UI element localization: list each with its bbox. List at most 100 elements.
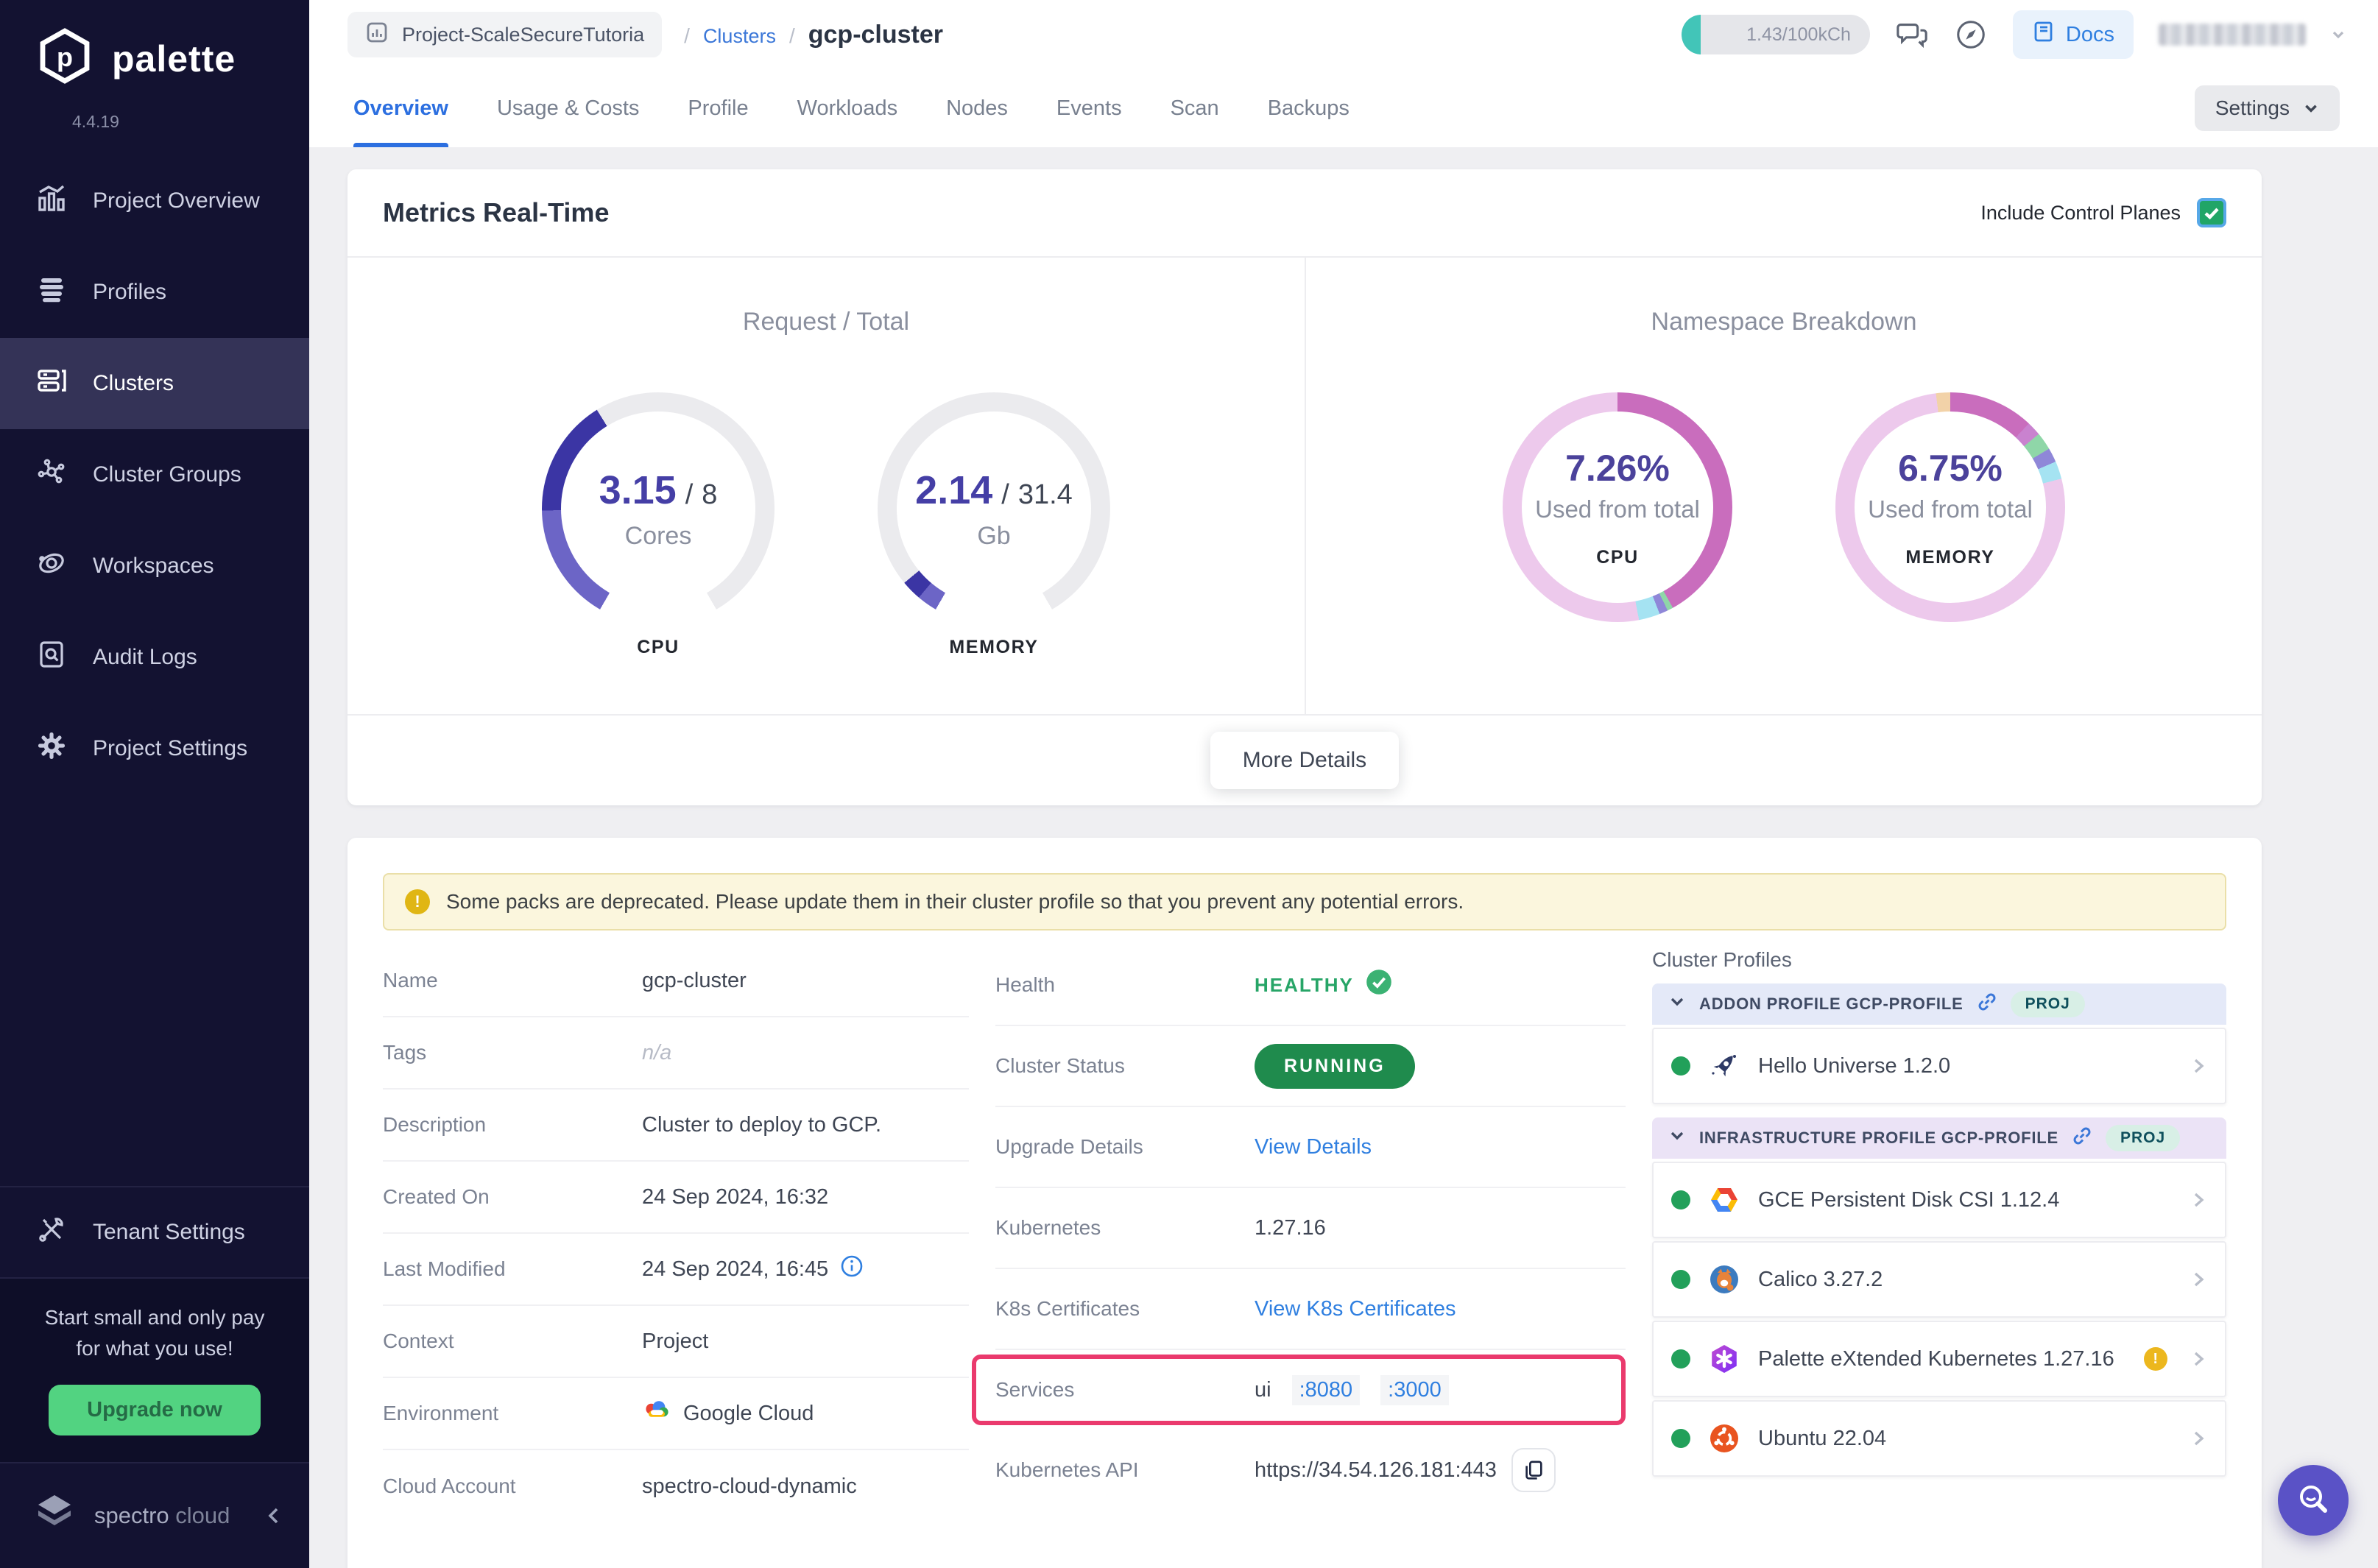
sidebar-item-profiles[interactable]: Profiles <box>0 247 309 338</box>
sidebar-item-audit-logs[interactable]: Audit Logs <box>0 612 309 703</box>
link-icon[interactable] <box>1977 992 1997 1017</box>
cpu-donut-ring: 7.26% Used from total CPU <box>1503 392 1732 622</box>
memory-used-percent: 6.75% <box>1898 447 2003 490</box>
sidebar-item-cluster-groups[interactable]: Cluster Groups <box>0 429 309 520</box>
tags-value: n/a <box>642 1041 671 1065</box>
request-total-title: Request / Total <box>347 308 1305 336</box>
cpu-unit: Cores <box>625 522 692 551</box>
sidebar-item-label: Clusters <box>93 371 174 396</box>
breadcrumb-clusters-link[interactable]: Clusters <box>703 25 776 48</box>
info-icon[interactable] <box>840 1254 864 1284</box>
tab-overview[interactable]: Overview <box>353 69 448 147</box>
settings-button[interactable]: Settings <box>2195 85 2340 131</box>
pack-row-ubuntu[interactable]: Ubuntu 22.04 <box>1652 1400 2226 1477</box>
pack-status-dot <box>1671 1056 1690 1076</box>
svg-text:p: p <box>57 42 73 72</box>
detail-row-k8s-certificates: K8s Certificates View K8s Certificates <box>995 1269 1626 1350</box>
cpu-namespace-donut: 7.26% Used from total CPU <box>1503 392 1732 622</box>
view-k8s-certificates-link[interactable]: View K8s Certificates <box>1255 1297 1456 1321</box>
warning-icon: ! <box>405 889 430 914</box>
detail-row-environment: Environment Google Cloud <box>383 1378 969 1450</box>
brand: p palette 4.4.19 <box>0 0 309 132</box>
sidebar-item-label: Tenant Settings <box>93 1220 245 1245</box>
sidebar-item-label: Workspaces <box>93 554 214 579</box>
addon-profile-header[interactable]: ADDON PROFILE GCP-PROFILE PROJ <box>1652 983 2226 1025</box>
sidebar-item-project-overview[interactable]: Project Overview <box>0 155 309 247</box>
tab-nodes[interactable]: Nodes <box>946 69 1008 147</box>
view-details-link[interactable]: View Details <box>1255 1135 1372 1159</box>
copy-api-url-button[interactable] <box>1511 1448 1556 1492</box>
proj-scope-badge: PROJ <box>2106 1125 2180 1151</box>
tab-profile[interactable]: Profile <box>688 69 748 147</box>
include-control-planes-checkbox[interactable] <box>2197 198 2226 227</box>
detail-row-created-on: Created On 24 Sep 2024, 16:32 <box>383 1162 969 1234</box>
pack-warning-icon: ! <box>2144 1347 2167 1371</box>
memory-request-value: 2.14 <box>915 467 992 513</box>
chevron-right-icon <box>2190 1350 2207 1368</box>
cpu-total-value: 8 <box>702 479 717 511</box>
topbar: Project-ScaleSecureTutoria / Clusters / … <box>309 0 2378 69</box>
tools-icon <box>35 1213 68 1251</box>
service-port-8080-link[interactable]: :8080 <box>1292 1375 1361 1405</box>
memory-donut-label: MEMORY <box>1905 547 1994 568</box>
pack-row-palette-extended-kubernetes[interactable]: Palette eXtended Kubernetes 1.27.16 ! <box>1652 1321 2226 1397</box>
detail-row-kubernetes: Kubernetes 1.27.16 <box>995 1188 1626 1269</box>
breadcrumb: / Clusters / gcp-cluster <box>684 21 943 49</box>
metrics-card: Metrics Real-Time Include Control Planes… <box>347 169 2262 805</box>
project-overview-icon <box>35 182 68 220</box>
breadcrumb-separator: / <box>789 24 795 48</box>
infrastructure-profile-header[interactable]: INFRASTRUCTURE PROFILE GCP-PROFILE PROJ <box>1652 1117 2226 1159</box>
pxk-icon <box>1707 1341 1742 1377</box>
brand-wordmark: palette <box>112 38 236 80</box>
compass-icon[interactable] <box>1954 18 1988 52</box>
sidebar-menu: Project Overview Profiles Clusters Clust… <box>0 155 309 794</box>
settings-label: Settings <box>2215 96 2290 120</box>
detail-row-context: Context Project <box>383 1306 969 1378</box>
sidebar-item-project-settings[interactable]: Project Settings <box>0 703 309 794</box>
palette-logo-icon: p <box>35 27 94 91</box>
pack-name: Calico 3.27.2 <box>1758 1268 1883 1292</box>
chevron-right-icon <box>2190 1057 2207 1075</box>
user-name-redacted[interactable] <box>2159 24 2306 46</box>
memory-namespace-donut: 6.75% Used from total MEMORY <box>1835 392 2065 622</box>
more-details-button[interactable]: More Details <box>1210 732 1399 789</box>
orbit-icon <box>35 547 68 585</box>
app-version: 4.4.19 <box>35 91 309 132</box>
upgrade-now-button[interactable]: Upgrade now <box>49 1385 261 1435</box>
service-port-3000-link[interactable]: :3000 <box>1380 1375 1449 1405</box>
pack-status-dot <box>1671 1429 1690 1448</box>
collapse-sidebar-icon[interactable] <box>265 1507 283 1525</box>
tab-events[interactable]: Events <box>1056 69 1122 147</box>
cluster-details-column: Name gcp-cluster Tags n/a Description Cl… <box>383 945 969 1522</box>
proj-scope-badge: PROJ <box>2011 991 2085 1017</box>
pack-row-gce-persistent-disk[interactable]: GCE Persistent Disk CSI 1.12.4 <box>1652 1162 2226 1238</box>
sidebar-item-tenant-settings[interactable]: Tenant Settings <box>0 1186 309 1277</box>
feedback-chat-icon[interactable] <box>1895 18 1929 52</box>
memory-gauge-label: MEMORY <box>949 637 1038 658</box>
cloud-account-value: spectro-cloud-dynamic <box>642 1475 857 1499</box>
sidebar-item-clusters[interactable]: Clusters <box>0 338 309 429</box>
link-icon[interactable] <box>2072 1126 2092 1151</box>
docs-button[interactable]: Docs <box>2013 10 2134 59</box>
tab-backups[interactable]: Backups <box>1268 69 1349 147</box>
docs-label: Docs <box>2066 23 2114 47</box>
tab-workloads[interactable]: Workloads <box>797 69 897 147</box>
tab-scan[interactable]: Scan <box>1171 69 1219 147</box>
cluster-status-column: Health HEALTHY Cluster Status RUNNING Up… <box>995 945 1626 1522</box>
detail-row-cloud-account: Cloud Account spectro-cloud-dynamic <box>383 1450 969 1522</box>
usage-quota-pill[interactable]: 1.43/100kCh <box>1682 15 1870 54</box>
namespace-breakdown-panel: Namespace Breakdown 7.26% Used from tota… <box>1305 258 2262 714</box>
pack-name: GCE Persistent Disk CSI 1.12.4 <box>1758 1188 2059 1212</box>
user-menu-chevron-icon[interactable] <box>2331 27 2346 42</box>
project-selector-chip[interactable]: Project-ScaleSecureTutoria <box>347 12 662 57</box>
pack-name: Ubuntu 22.04 <box>1758 1427 1886 1451</box>
pack-name: Hello Universe 1.2.0 <box>1758 1054 1950 1078</box>
sidebar: p palette 4.4.19 Project Overview Profil… <box>0 0 309 1568</box>
pack-row-hello-universe[interactable]: Hello Universe 1.2.0 <box>1652 1028 2226 1104</box>
main-area: Project-ScaleSecureTutoria / Clusters / … <box>309 0 2378 1568</box>
tab-usage-costs[interactable]: Usage & Costs <box>497 69 639 147</box>
sidebar-item-workspaces[interactable]: Workspaces <box>0 520 309 612</box>
project-chart-icon <box>365 21 389 49</box>
pack-row-calico[interactable]: Calico 3.27.2 <box>1652 1241 2226 1318</box>
help-search-fab[interactable] <box>2278 1465 2349 1536</box>
